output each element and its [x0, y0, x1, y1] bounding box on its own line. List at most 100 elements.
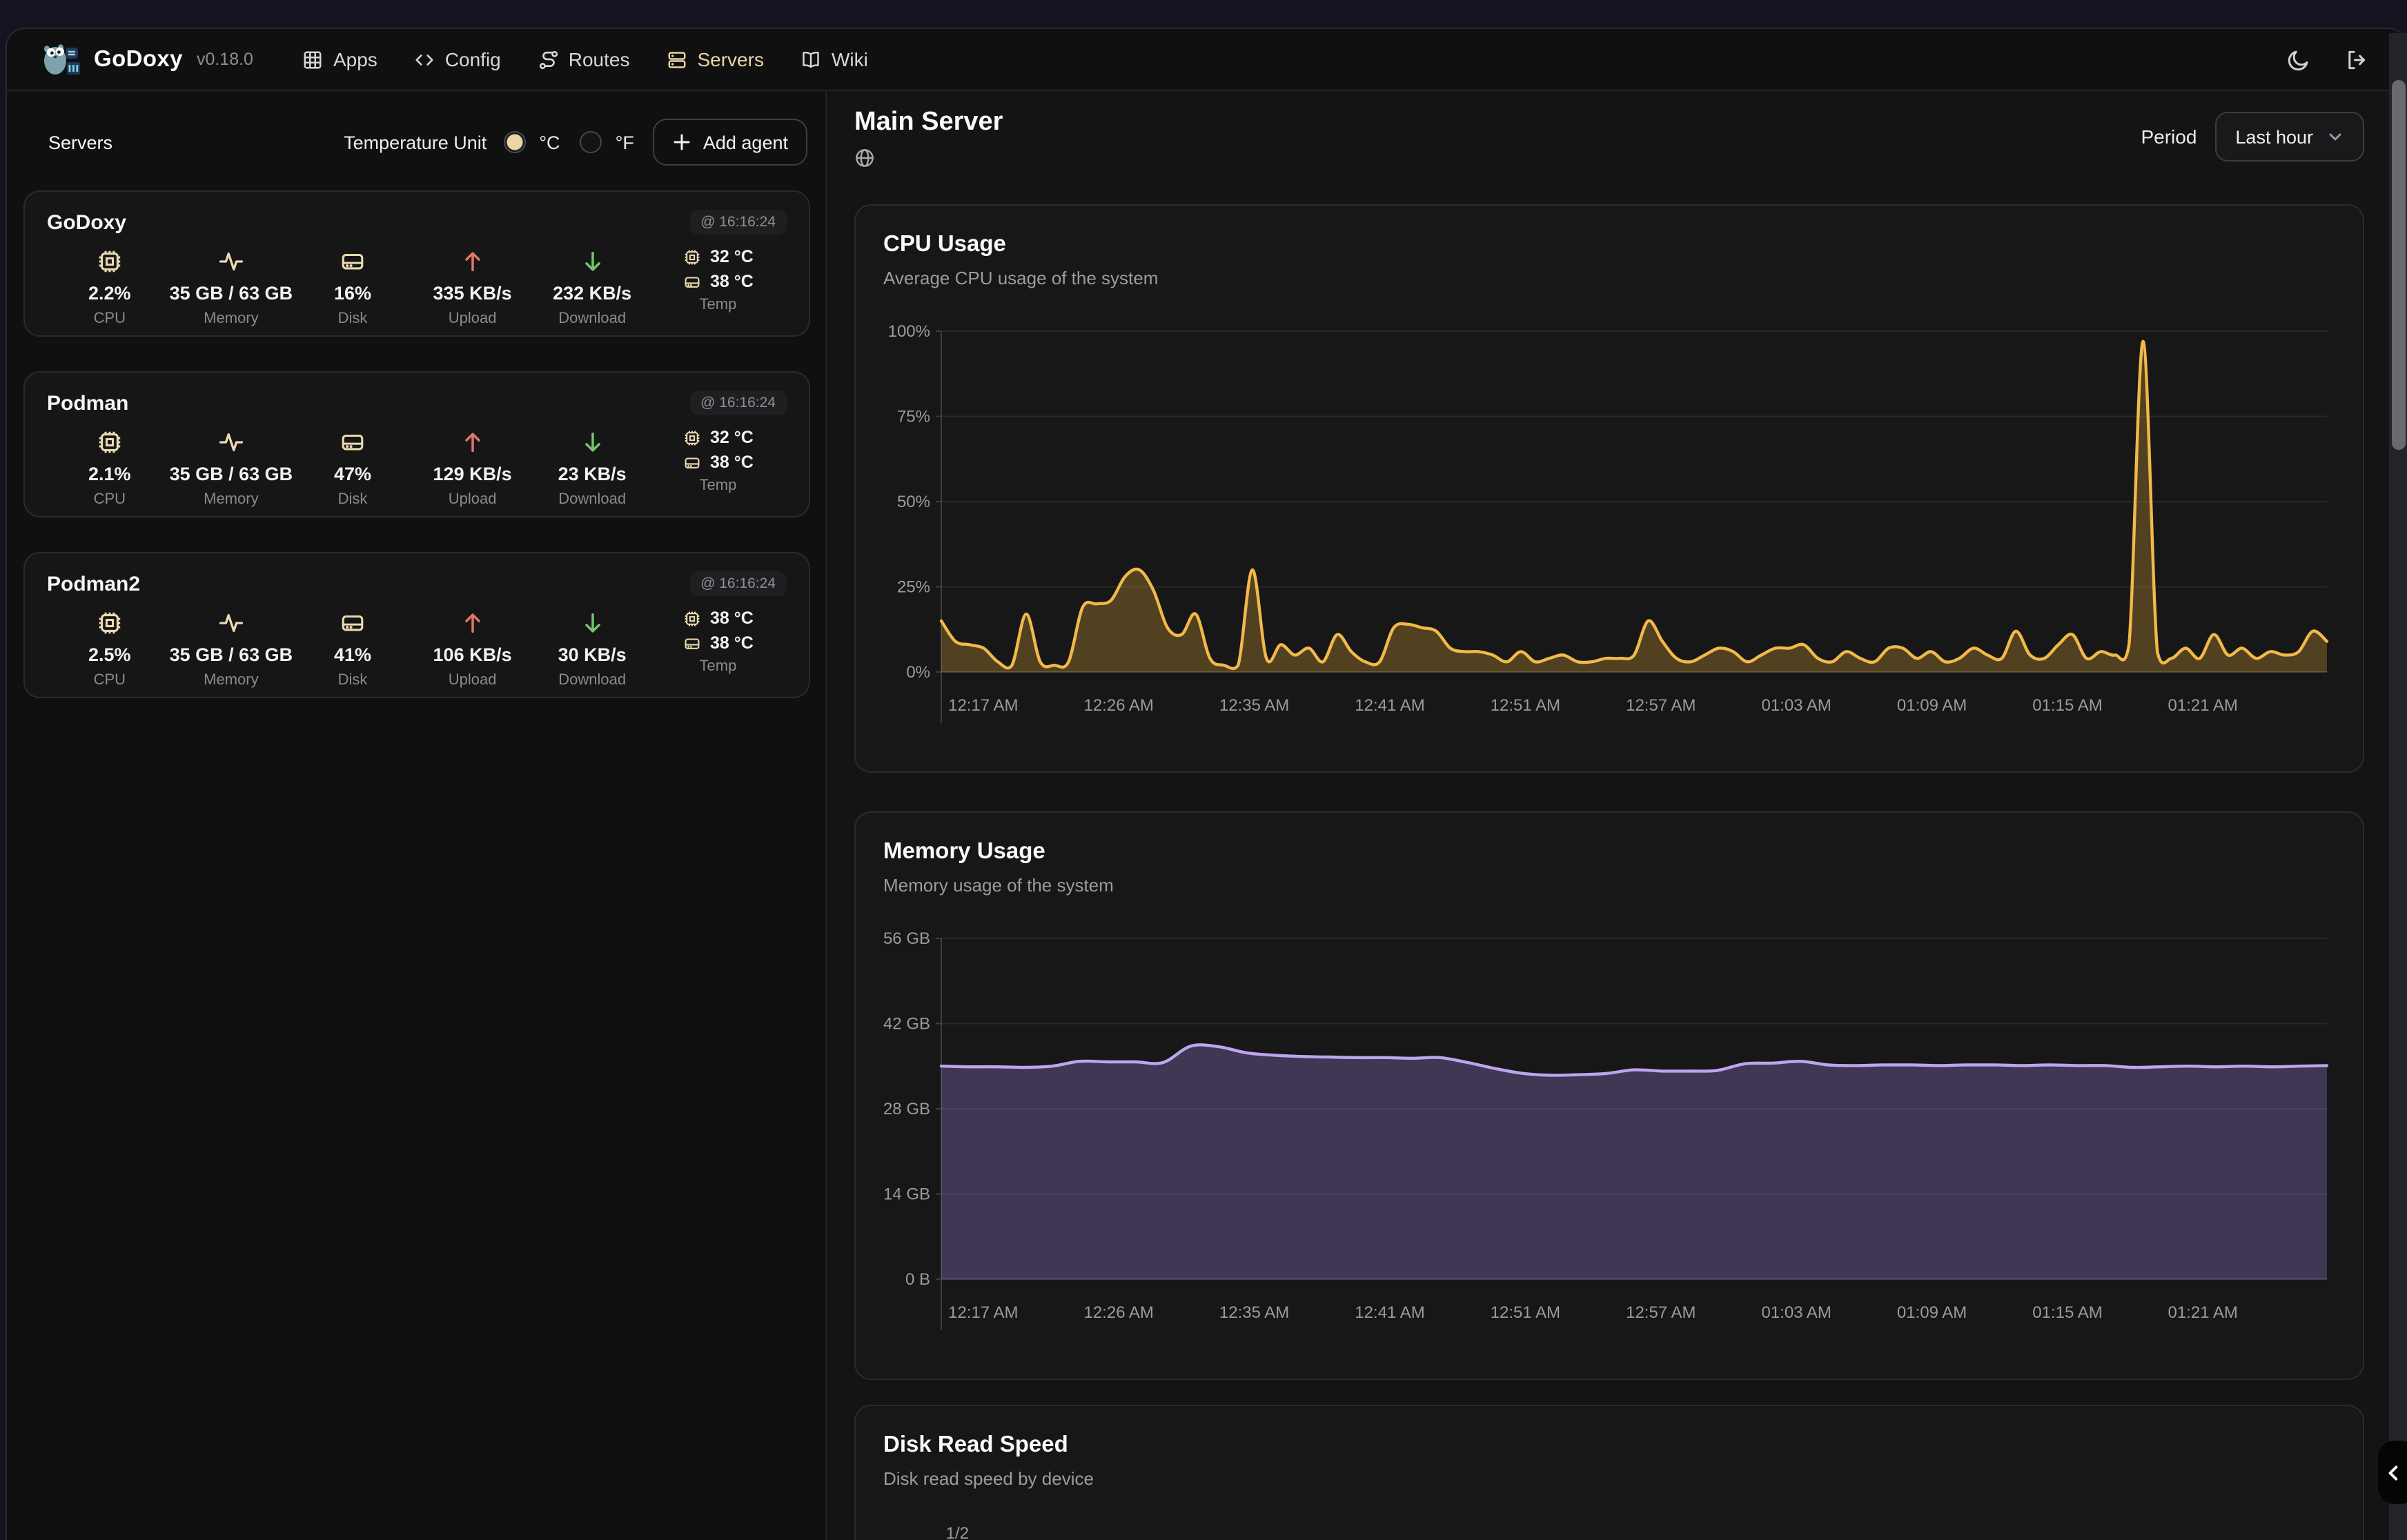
celsius-radio[interactable] [503, 131, 525, 153]
stat-icon-wrap [340, 428, 366, 457]
svg-text:12:51 AM: 12:51 AM [1491, 1303, 1560, 1322]
svg-text:01:03 AM: 01:03 AM [1761, 1303, 1831, 1322]
stat-memory: 35 GB / 63 GB Memory [170, 609, 293, 689]
svg-text:01:03 AM: 01:03 AM [1761, 696, 1831, 715]
cpu-chip-icon [97, 429, 123, 455]
book-icon [801, 49, 822, 70]
stat-icon-wrap [218, 247, 244, 276]
cpu-chip-icon [682, 248, 700, 266]
godoxy-logo-icon [40, 39, 81, 80]
svg-text:12:51 AM: 12:51 AM [1491, 696, 1560, 715]
stat-label: Temp [700, 658, 737, 675]
stat-download: 23 KB/s Download [532, 428, 652, 508]
stat-memory: 35 GB / 63 GB Memory [170, 247, 293, 327]
stat-value: 35 GB / 63 GB [170, 464, 293, 484]
svg-text:0 B: 0 B [905, 1270, 930, 1289]
main-title-block: Main Server [854, 108, 1003, 175]
logout-icon[interactable] [2345, 48, 2368, 71]
plus-icon [673, 132, 692, 152]
theme-toggle-moon-icon[interactable] [2287, 48, 2310, 71]
chevron-left-icon [2385, 1463, 2403, 1481]
server-card[interactable]: Podman2 @ 16:16:24 2.5% CPU 35 GB / 63 G… [23, 552, 810, 698]
memory-usage-chart[interactable]: 0 B14 GB28 GB42 GB56 GB12:17 AM12:26 AM1… [883, 925, 2338, 1330]
panel-expand-handle[interactable] [2378, 1441, 2407, 1504]
disk-chart-subtitle: Disk read speed by device [883, 1468, 2335, 1489]
server-timestamp-badge: @ 16:16:24 [689, 210, 787, 235]
add-agent-button[interactable]: Add agent [654, 119, 807, 166]
disk-chart-title: Disk Read Speed [883, 1432, 2335, 1459]
main-panel: GoDoxy v0.18.0 Apps Config Routes Servers Wi… [6, 28, 2407, 1540]
stat-value: 35 GB / 63 GB [170, 644, 293, 665]
stat-temp: 32 °C 38 °C Temp [652, 428, 784, 508]
server-timestamp-badge: @ 16:16:24 [689, 571, 787, 596]
disk-read-speed-card: Disk Read Speed Disk read speed by devic… [854, 1405, 2364, 1540]
stat-icon-wrap [97, 428, 123, 457]
stat-icon-wrap [97, 247, 123, 276]
stat-label: Upload [449, 491, 497, 508]
svg-text:56 GB: 56 GB [883, 929, 930, 948]
scrollbar-thumb[interactable] [2391, 80, 2405, 450]
temp-cpu-value: 38 °C [710, 609, 754, 628]
period-control: Period Last hour [2141, 112, 2364, 161]
nav-item-wiki[interactable]: Wiki [801, 48, 868, 70]
servers-sidebar: Servers Temperature Unit °C °F Add agent [7, 91, 827, 1540]
main-area: Main Server Period Last hour [827, 91, 2407, 1540]
svg-text:12:41 AM: 12:41 AM [1355, 696, 1424, 715]
nav-item-config[interactable]: Config [415, 48, 501, 70]
svg-text:12:35 AM: 12:35 AM [1219, 696, 1289, 715]
stat-memory: 35 GB / 63 GB Memory [170, 428, 293, 508]
stat-disk: 47% Disk [293, 428, 413, 508]
server-list: GoDoxy @ 16:16:24 2.2% CPU 35 GB / 63 GB… [23, 190, 810, 733]
memory-chart-subtitle: Memory usage of the system [883, 875, 2335, 896]
server-card[interactable]: Podman @ 16:16:24 2.1% CPU 35 GB / 63 GB… [23, 371, 810, 517]
server-card[interactable]: GoDoxy @ 16:16:24 2.2% CPU 35 GB / 63 GB… [23, 190, 810, 337]
stat-value: 2.2% [88, 283, 131, 304]
upload-arrow-icon [460, 429, 486, 455]
nav-item-label: Servers [697, 48, 763, 70]
main-header: Main Server Period Last hour [854, 108, 2364, 175]
svg-text:0%: 0% [906, 663, 930, 682]
server-name: GoDoxy [47, 210, 126, 234]
temp-cpu-row: 32 °C [682, 247, 754, 266]
celsius-label[interactable]: °C [539, 132, 560, 152]
hard-drive-icon [340, 248, 366, 275]
server-timestamp-badge: @ 16:16:24 [689, 391, 787, 415]
stat-icon-wrap [460, 247, 486, 276]
nav-item-label: Routes [569, 48, 630, 70]
svg-text:01:15 AM: 01:15 AM [2032, 1303, 2102, 1322]
svg-text:12:26 AM: 12:26 AM [1083, 1303, 1153, 1322]
svg-text:25%: 25% [897, 578, 930, 597]
page-title: Main Server [854, 108, 1003, 138]
stat-value: 335 KB/s [433, 283, 512, 304]
fahrenheit-label[interactable]: °F [616, 132, 634, 152]
nav-item-label: Config [445, 48, 501, 70]
svg-text:42 GB: 42 GB [883, 1015, 930, 1034]
stat-cpu: 2.5% CPU [50, 609, 170, 689]
stat-icon-wrap [340, 247, 366, 276]
stat-icon-wrap [460, 428, 486, 457]
temp-cpu-row: 32 °C [682, 428, 754, 447]
download-arrow-icon [579, 610, 605, 636]
cpu-chip-icon [682, 428, 700, 446]
stat-icon-wrap [460, 609, 486, 638]
stat-value: 16% [334, 283, 371, 304]
disk-read-speed-chart[interactable]: 1/2MB/s12:17 AM12:26 AM12:35 AM12:41 AM1… [883, 1518, 2338, 1540]
stat-label: Download [558, 491, 626, 508]
period-select[interactable]: Last hour [2214, 112, 2364, 161]
svg-text:28 GB: 28 GB [883, 1100, 930, 1118]
stat-label: CPU [94, 310, 126, 327]
svg-text:12:57 AM: 12:57 AM [1626, 696, 1696, 715]
nav-item-apps[interactable]: Apps [303, 48, 377, 70]
brand: GoDoxy v0.18.0 [40, 39, 253, 80]
nav-item-servers[interactable]: Servers [667, 48, 763, 70]
svg-text:50%: 50% [897, 493, 930, 511]
cpu-usage-chart[interactable]: 0%25%50%75%100%12:17 AM12:26 AM12:35 AM1… [883, 317, 2338, 723]
svg-text:12:17 AM: 12:17 AM [948, 1303, 1018, 1322]
fahrenheit-radio[interactable] [580, 131, 602, 153]
nav-item-routes[interactable]: Routes [538, 48, 630, 70]
stat-label: Memory [204, 491, 258, 508]
vertical-scrollbar [2389, 33, 2407, 1540]
svg-text:12:17 AM: 12:17 AM [948, 696, 1018, 715]
svg-text:75%: 75% [897, 408, 930, 426]
activity-icon [218, 429, 244, 455]
